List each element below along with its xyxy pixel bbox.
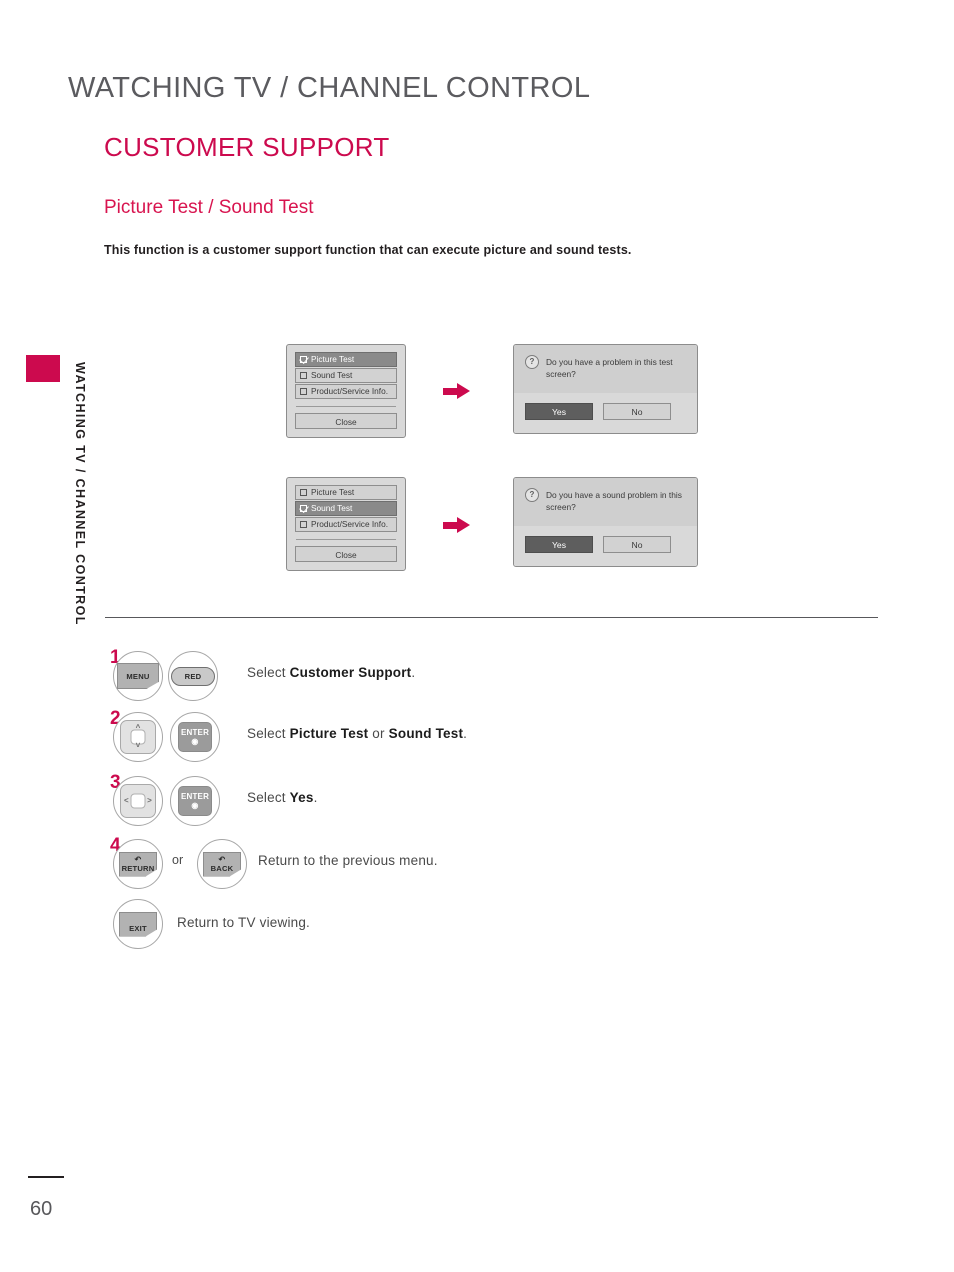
chevron-down-icon: ˅ bbox=[135, 741, 141, 750]
step-1-target: Customer Support bbox=[289, 665, 412, 680]
osd-row-label: Sound Test bbox=[311, 370, 353, 380]
step-1-suffix: . bbox=[411, 665, 416, 680]
step-3-target: Yes bbox=[289, 790, 314, 805]
osd-dialog-message: Do you have a problem in this test scree… bbox=[546, 357, 673, 379]
osd-row-product-service-info[interactable]: Product/Service Info. bbox=[295, 384, 397, 399]
return-key-label: RETURN bbox=[121, 863, 155, 873]
checkbox-unchecked-icon bbox=[300, 372, 307, 379]
red-keycap: RED bbox=[171, 666, 215, 686]
back-key[interactable]: ↶ BACK bbox=[197, 839, 247, 889]
osd-menu-sound-test: Picture Test Sound Test Product/Service … bbox=[286, 477, 406, 571]
red-key[interactable]: RED bbox=[168, 651, 218, 701]
step-5-instruction: Return to TV viewing. bbox=[177, 915, 311, 930]
osd-row-sound-test[interactable]: Sound Test bbox=[295, 501, 397, 516]
red-key-label: RED bbox=[184, 671, 202, 681]
osd-no-button[interactable]: No bbox=[603, 403, 671, 420]
osd-dialog-message: Do you have a sound problem in this scre… bbox=[546, 490, 682, 512]
enter-key[interactable]: ENTER ◉ bbox=[170, 712, 220, 762]
flow-arrow-icon bbox=[443, 383, 471, 399]
osd-row-product-service-info[interactable]: Product/Service Info. bbox=[295, 517, 397, 532]
osd-dialog-sound-test: ? Do you have a sound problem in this sc… bbox=[513, 477, 698, 567]
step-1-prefix: Select bbox=[247, 665, 290, 680]
or-separator-label: or bbox=[172, 853, 184, 867]
checkbox-unchecked-icon bbox=[300, 521, 307, 528]
osd-divider bbox=[296, 539, 396, 540]
step-3-suffix: . bbox=[313, 790, 318, 805]
osd-yes-button[interactable]: Yes bbox=[525, 403, 593, 420]
osd-no-button[interactable]: No bbox=[603, 536, 671, 553]
back-keycap: ↶ BACK bbox=[203, 851, 241, 877]
chapter-title: WATCHING TV / CHANNEL CONTROL bbox=[68, 72, 591, 104]
enter-dot-icon: ◉ bbox=[191, 801, 199, 810]
updown-nav-keycap: ^ ˅ bbox=[120, 720, 156, 754]
chevron-left-icon: ˂ bbox=[124, 796, 129, 805]
exit-keycap: EXIT bbox=[119, 911, 157, 937]
step-2-target-1: Picture Test bbox=[289, 726, 369, 741]
menu-keycap: MENU bbox=[117, 663, 159, 689]
osd-row-label: Picture Test bbox=[311, 487, 355, 497]
enter-dot-icon: ◉ bbox=[191, 737, 199, 746]
step-1-instruction: Select Customer Support. bbox=[247, 665, 415, 680]
step-2-mid: or bbox=[368, 726, 389, 741]
step-2-prefix: Select bbox=[247, 726, 290, 741]
question-mark-icon: ? bbox=[525, 488, 539, 502]
updown-nav-key[interactable]: ^ ˅ bbox=[113, 712, 163, 762]
intro-paragraph: This function is a customer support func… bbox=[104, 243, 632, 257]
checkbox-checked-icon bbox=[300, 505, 307, 512]
section-divider bbox=[105, 617, 878, 618]
step-3-prefix: Select bbox=[247, 790, 290, 805]
menu-key[interactable]: MENU bbox=[113, 651, 163, 701]
chevron-right-icon: ˃ bbox=[147, 796, 152, 805]
step-4-instruction: Return to the previous menu. bbox=[258, 853, 438, 868]
section-title: CUSTOMER SUPPORT bbox=[104, 132, 390, 162]
osd-close-button[interactable]: Close bbox=[295, 546, 397, 562]
checkbox-unchecked-icon bbox=[300, 388, 307, 395]
checkbox-unchecked-icon bbox=[300, 489, 307, 496]
enter-keycap: ENTER ◉ bbox=[178, 786, 212, 816]
step-2-target-2: Sound Test bbox=[388, 726, 464, 741]
osd-row-label: Picture Test bbox=[311, 354, 355, 364]
subsection-title: Picture Test / Sound Test bbox=[104, 197, 314, 218]
return-keycap: ↶ RETURN bbox=[119, 851, 157, 877]
step-2-suffix: . bbox=[463, 726, 468, 741]
back-key-label: BACK bbox=[210, 863, 234, 873]
return-key[interactable]: ↶ RETURN bbox=[113, 839, 163, 889]
enter-key[interactable]: ENTER ◉ bbox=[170, 776, 220, 826]
osd-dialog-picture-test: ? Do you have a problem in this test scr… bbox=[513, 344, 698, 434]
exit-key[interactable]: EXIT bbox=[113, 899, 163, 949]
osd-row-label: Product/Service Info. bbox=[311, 386, 389, 396]
checkbox-checked-icon bbox=[300, 356, 307, 363]
sidebar-chapter-label: WATCHING TV / CHANNEL CONTROL bbox=[73, 362, 87, 626]
step-2-instruction: Select Picture Test or Sound Test. bbox=[247, 726, 467, 741]
sidebar-chapter-tab bbox=[26, 355, 60, 382]
osd-row-label: Product/Service Info. bbox=[311, 519, 389, 529]
osd-yes-button[interactable]: Yes bbox=[525, 536, 593, 553]
menu-key-label: MENU bbox=[126, 671, 150, 681]
page-number: 60 bbox=[30, 1198, 53, 1220]
flow-arrow-icon bbox=[443, 517, 471, 533]
osd-row-sound-test[interactable]: Sound Test bbox=[295, 368, 397, 383]
osd-close-button[interactable]: Close bbox=[295, 413, 397, 429]
osd-divider bbox=[296, 406, 396, 407]
leftright-nav-key[interactable]: ˂ ˃ bbox=[113, 776, 163, 826]
osd-row-picture-test[interactable]: Picture Test bbox=[295, 485, 397, 500]
question-mark-icon: ? bbox=[525, 355, 539, 369]
footer-divider bbox=[28, 1176, 64, 1178]
leftright-nav-keycap: ˂ ˃ bbox=[120, 784, 156, 818]
nav-center bbox=[130, 793, 146, 809]
osd-row-picture-test[interactable]: Picture Test bbox=[295, 352, 397, 367]
exit-key-label: EXIT bbox=[129, 923, 147, 933]
osd-row-label: Sound Test bbox=[311, 503, 353, 513]
osd-menu-picture-test: Picture Test Sound Test Product/Service … bbox=[286, 344, 406, 438]
step-3-instruction: Select Yes. bbox=[247, 790, 318, 805]
enter-keycap: ENTER ◉ bbox=[178, 722, 212, 752]
